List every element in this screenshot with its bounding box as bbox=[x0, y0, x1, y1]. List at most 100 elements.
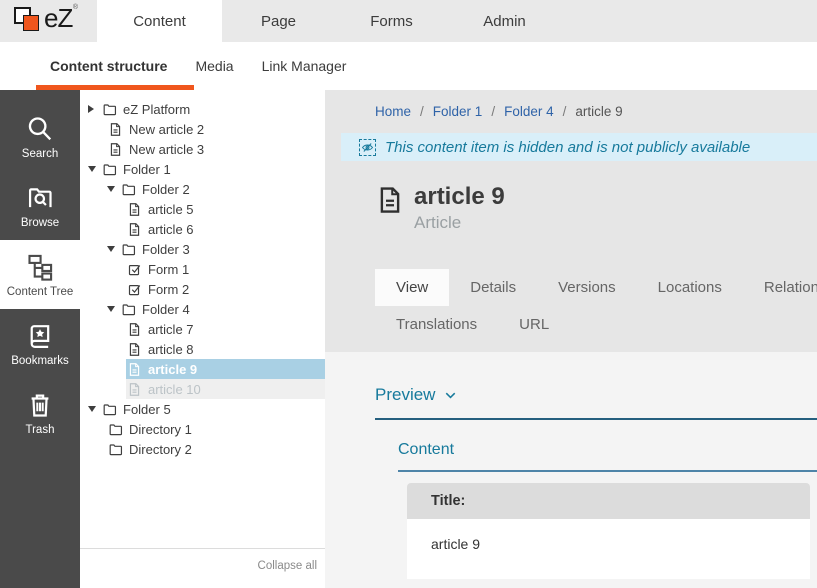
logo-square-orange bbox=[23, 15, 39, 31]
breadcrumb-folder-1[interactable]: Folder 1 bbox=[433, 104, 483, 119]
field-table: Title: article 9 bbox=[407, 483, 810, 579]
tree-item[interactable]: Form 2 bbox=[80, 279, 325, 299]
folder-icon bbox=[108, 422, 123, 437]
view-tab-panel: Preview Content Title: article 9 bbox=[325, 352, 817, 588]
tree-item[interactable]: New article 3 bbox=[80, 139, 325, 159]
tree-item[interactable]: Folder 5 bbox=[80, 399, 325, 419]
breadcrumb-current: article 9 bbox=[575, 104, 622, 119]
top-tab-content[interactable]: Content bbox=[97, 0, 222, 42]
content-section: Content Title: article 9 bbox=[398, 441, 817, 579]
field-value-title: article 9 bbox=[407, 519, 810, 579]
content-section-heading: Content bbox=[398, 441, 817, 459]
preview-divider bbox=[375, 418, 817, 420]
preview-collapse-toggle[interactable]: Preview bbox=[375, 385, 817, 405]
breadcrumb-home[interactable]: Home bbox=[375, 104, 411, 119]
top-tab-page[interactable]: Page bbox=[222, 0, 335, 42]
folder-icon bbox=[121, 182, 136, 197]
logo-registered-mark: ® bbox=[73, 4, 78, 11]
article-icon bbox=[108, 142, 123, 157]
sidebar-item-trash[interactable]: Trash bbox=[0, 378, 80, 447]
article-icon bbox=[127, 362, 142, 377]
tab-relations[interactable]: Relations bbox=[743, 269, 817, 306]
caret-down-icon[interactable] bbox=[88, 166, 101, 172]
hidden-content-alert: This content item is hidden and is not p… bbox=[341, 133, 817, 161]
form-icon bbox=[127, 282, 142, 297]
article-icon bbox=[127, 382, 142, 397]
bookmarks-icon bbox=[26, 322, 54, 350]
top-tab-admin[interactable]: Admin bbox=[448, 0, 561, 42]
tab-translations[interactable]: Translations bbox=[375, 306, 498, 343]
content-title-block: article 9 Article bbox=[325, 182, 817, 233]
top-bar: eZ ® Content Page Forms Admin bbox=[0, 0, 817, 42]
chevron-down-icon bbox=[444, 389, 457, 402]
tree-item-selected[interactable]: article 9 bbox=[80, 359, 325, 379]
tree-item[interactable]: Form 1 bbox=[80, 259, 325, 279]
icon-sidebar: Search Browse Content Tree Bookmarks Tra… bbox=[0, 90, 80, 588]
search-icon bbox=[26, 115, 54, 143]
folder-icon bbox=[102, 402, 117, 417]
tree-item[interactable]: Directory 2 bbox=[80, 439, 325, 459]
caret-down-icon[interactable] bbox=[107, 306, 120, 312]
tree-item[interactable]: eZ Platform bbox=[80, 99, 325, 119]
tree-item[interactable]: article 7 bbox=[80, 319, 325, 339]
subnav-link-manager[interactable]: Link Manager bbox=[262, 58, 347, 74]
breadcrumb: Home / Folder 1 / Folder 4 / article 9 bbox=[325, 90, 817, 128]
breadcrumb-folder-4[interactable]: Folder 4 bbox=[504, 104, 554, 119]
field-label-title: Title: bbox=[407, 483, 810, 519]
tree-item[interactable]: Folder 4 bbox=[80, 299, 325, 319]
form-icon bbox=[127, 262, 142, 277]
sidebar-item-search[interactable]: Search bbox=[0, 102, 80, 171]
article-icon bbox=[108, 122, 123, 137]
caret-down-icon[interactable] bbox=[88, 406, 101, 412]
article-type-icon bbox=[375, 182, 405, 218]
folder-icon bbox=[121, 242, 136, 257]
caret-down-icon[interactable] bbox=[107, 246, 120, 252]
sidebar-item-bookmarks[interactable]: Bookmarks bbox=[0, 309, 80, 378]
content-type-label: Article bbox=[414, 213, 505, 233]
article-icon bbox=[127, 342, 142, 357]
tree-item[interactable]: Directory 1 bbox=[80, 419, 325, 439]
folder-icon bbox=[102, 162, 117, 177]
caret-right-icon[interactable] bbox=[88, 105, 101, 113]
subnav-media[interactable]: Media bbox=[195, 58, 233, 74]
ez-logo[interactable]: eZ ® bbox=[0, 0, 97, 42]
content-tree-panel: eZ Platform New article 2 New article 3 … bbox=[80, 90, 325, 588]
sidebar-item-browse[interactable]: Browse bbox=[0, 171, 80, 240]
alert-text: This content item is hidden and is not p… bbox=[385, 139, 750, 156]
content-divider bbox=[398, 470, 817, 472]
tree-item[interactable]: Folder 3 bbox=[80, 239, 325, 259]
trash-icon bbox=[26, 391, 54, 419]
tab-url[interactable]: URL bbox=[498, 306, 570, 343]
tab-locations[interactable]: Locations bbox=[637, 269, 743, 306]
tree-item[interactable]: Folder 2 bbox=[80, 179, 325, 199]
top-tab-forms[interactable]: Forms bbox=[335, 0, 448, 42]
caret-down-icon[interactable] bbox=[107, 186, 120, 192]
sidebar-item-content-tree[interactable]: Content Tree bbox=[0, 240, 80, 309]
secondary-nav: Content structure Media Link Manager bbox=[0, 42, 817, 90]
tab-versions[interactable]: Versions bbox=[537, 269, 637, 306]
content-tree-icon bbox=[26, 253, 54, 281]
tree-item[interactable]: Folder 1 bbox=[80, 159, 325, 179]
ez-platform-admin: eZ ® Content Page Forms Admin Content st… bbox=[0, 0, 817, 588]
collapse-all-button[interactable]: Collapse all bbox=[258, 560, 317, 572]
subnav-content-structure[interactable]: Content structure bbox=[50, 58, 167, 74]
article-icon bbox=[127, 202, 142, 217]
article-icon bbox=[127, 222, 142, 237]
tree-item[interactable]: article 5 bbox=[80, 199, 325, 219]
tree-item-hidden[interactable]: article 10 bbox=[80, 379, 325, 399]
folder-icon bbox=[102, 102, 117, 117]
folder-icon bbox=[108, 442, 123, 457]
article-icon bbox=[127, 322, 142, 337]
tree-item[interactable]: New article 2 bbox=[80, 119, 325, 139]
tree-item[interactable]: article 6 bbox=[80, 219, 325, 239]
content-tabs: View Details Versions Locations Relation… bbox=[325, 269, 817, 343]
tree-footer: Collapse all bbox=[80, 548, 325, 588]
tree-item[interactable]: article 8 bbox=[80, 339, 325, 359]
main-content: Home / Folder 1 / Folder 4 / article 9 T… bbox=[325, 90, 817, 588]
logo-text: eZ bbox=[44, 3, 72, 34]
folder-icon bbox=[121, 302, 136, 317]
browse-icon bbox=[26, 184, 54, 212]
hidden-eye-icon bbox=[359, 139, 376, 156]
tab-details[interactable]: Details bbox=[449, 269, 537, 306]
tab-view[interactable]: View bbox=[375, 269, 449, 306]
